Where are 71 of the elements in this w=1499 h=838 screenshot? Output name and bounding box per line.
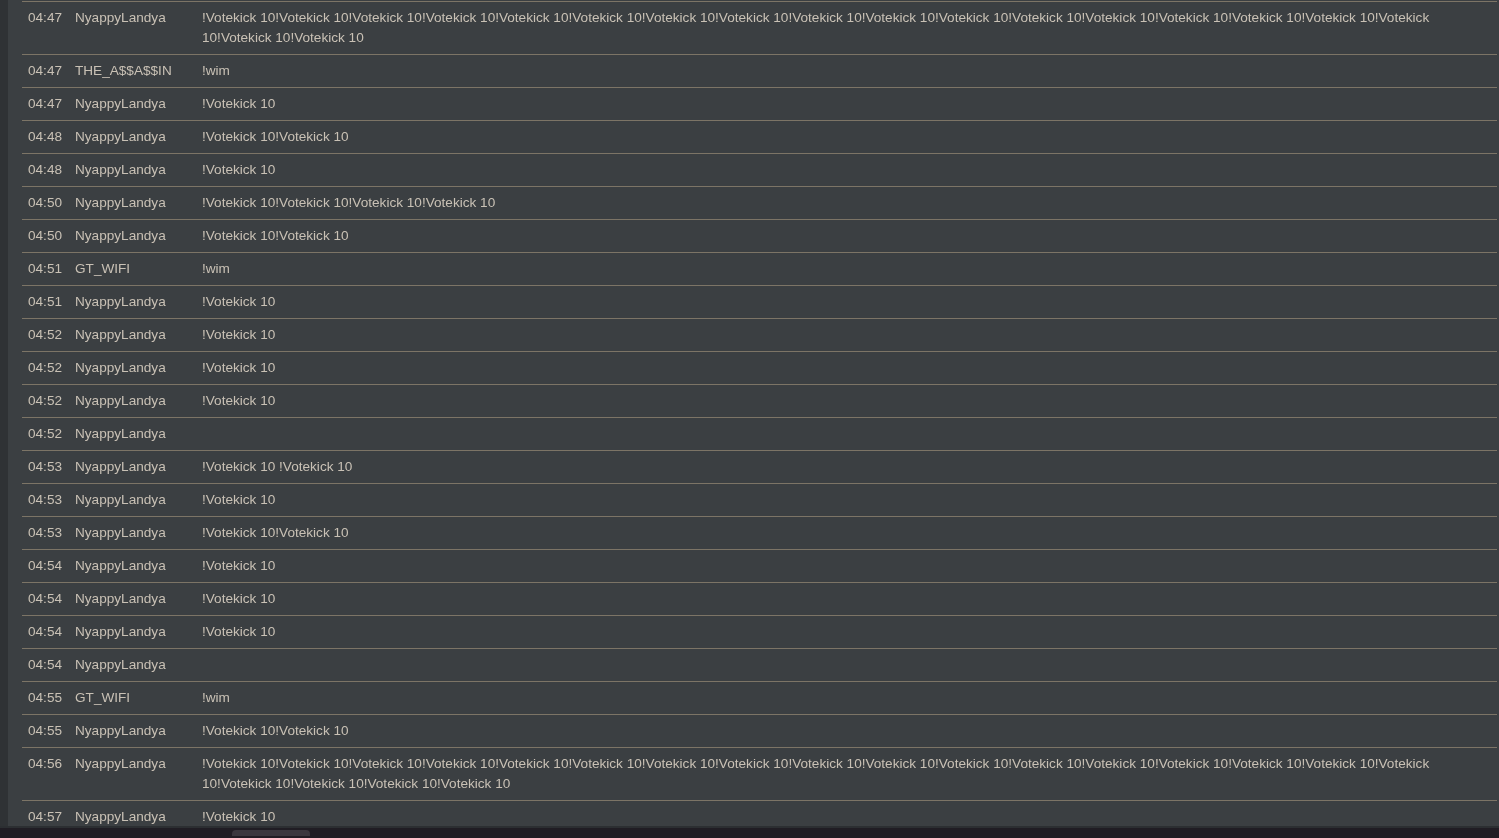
message-time: 04:52 [28,360,63,375]
message-text: !Votekick 10 [202,327,276,342]
message-text: !Votekick 10!Votekick 10!Votekick 10!Votekick 10!Votekick 10!Votekick 10!Votekick 10!Votekick 10!Votekick 10!Votekick 10!Votekick 10!Votekick 10!Votekick 10!Votekick 10!Votekick 10!Votekick 10!Votekick 10!Votekick 10!Votekick 10 [202,10,1430,45]
message-text: !Votekick 10!Votekick 10 [202,525,349,540]
username: NyappyLandya [75,657,166,672]
username: NyappyLandya [75,809,166,824]
username: NyappyLandya [75,591,166,606]
message-time: 04:51 [28,294,63,309]
message-time: 04:50 [28,195,63,210]
message-text: !Votekick 10 [202,294,276,309]
message-text: !Votekick 10!Votekick 10 [202,129,349,144]
message-time: 04:54 [28,558,63,573]
message-time: 04:52 [28,393,63,408]
message-text: !Votekick 10!Votekick 10!Votekick 10!Votekick 10 [202,195,496,210]
message-text: !Votekick 10 [202,96,276,111]
message-time: 04:54 [28,591,63,606]
username: NyappyLandya [75,558,166,573]
username: NyappyLandya [75,723,166,738]
username: NyappyLandya [75,129,166,144]
message-time: 04:53 [28,459,63,474]
username: NyappyLandya [75,10,166,25]
message-time: 04:47 [28,96,63,111]
message-time: 04:53 [28,525,63,540]
username: NyappyLandya [75,228,166,243]
username: NyappyLandya [75,162,166,177]
message-text: !Votekick 10 [202,558,276,573]
username: NyappyLandya [75,360,166,375]
username: GT_WIFI [75,690,131,705]
message-text: !Votekick 10 [202,809,276,824]
username: NyappyLandya [75,492,166,507]
message-time: 04:54 [28,624,63,639]
message-text: !wim [202,690,230,705]
username: THE_A$$A$$IN [75,63,172,78]
message-time: 04:47 [28,63,63,78]
username: NyappyLandya [75,426,166,441]
message-text: !Votekick 10 [202,360,276,375]
message-text: !Votekick 10 [202,492,276,507]
message-text: !Votekick 10 !Votekick 10 [202,459,353,474]
message-time: 04:53 [28,492,63,507]
message-text: !Votekick 10 [202,162,276,177]
username: NyappyLandya [75,459,166,474]
message-time: 04:55 [28,723,63,738]
username: NyappyLandya [75,393,166,408]
message-time: 04:52 [28,426,63,441]
message-text: !Votekick 10!Votekick 10!Votekick 10!Votekick 10!Votekick 10!Votekick 10!Votekick 10!Votekick 10!Votekick 10!Votekick 10!Votekick 10!Votekick 10!Votekick 10!Votekick 10!Votekick 10!Votekick 10!Votekick 10!Votekick 10!Votekick 10!Votekick 10!Votekick 10 [202,756,1430,791]
message-text: !wim [202,261,230,276]
message-time: 04:48 [28,129,63,144]
message-time: 04:57 [28,809,63,824]
message-text: !Votekick 10 [202,393,276,408]
username: NyappyLandya [75,525,166,540]
username: NyappyLandya [75,327,166,342]
message-time: 04:50 [28,228,63,243]
message-text: !Votekick 10!Votekick 10 [202,228,349,243]
username: NyappyLandya [75,756,166,771]
username: NyappyLandya [75,195,166,210]
username: NyappyLandya [75,624,166,639]
message-text: !Votekick 10!Votekick 10 [202,723,349,738]
taskbar-item[interactable] [232,830,310,836]
username: NyappyLandya [75,96,166,111]
username: NyappyLandya [75,294,166,309]
message-text: !Votekick 10 [202,591,276,606]
message-time: 04:47 [28,10,63,25]
message-text: !wim [202,63,230,78]
username: GT_WIFI [75,261,131,276]
message-time: 04:51 [28,261,63,276]
message-time: 04:48 [28,162,63,177]
message-time: 04:52 [28,327,63,342]
message-text: !Votekick 10 [202,624,276,639]
message-time: 04:54 [28,657,63,672]
message-time: 04:55 [28,690,63,705]
message-time: 04:56 [28,756,63,771]
